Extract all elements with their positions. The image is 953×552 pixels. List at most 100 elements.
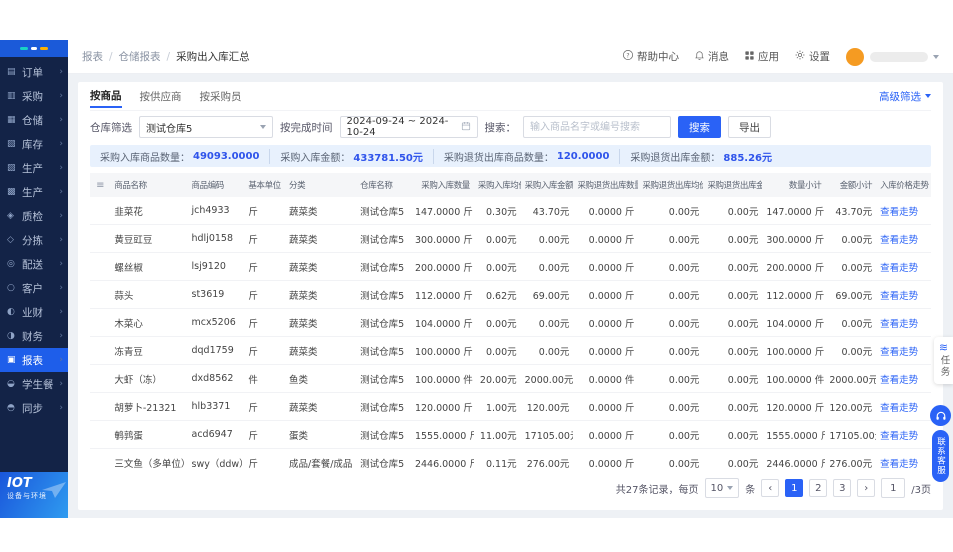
task-panel-button[interactable]: ≋ 任务: [934, 337, 953, 384]
cell: 120.0000 斤: [762, 393, 825, 421]
cell: swy（ddw）5980: [188, 449, 245, 473]
chevron-right-icon: ›: [59, 259, 63, 269]
page-button-1[interactable]: 1: [785, 479, 803, 497]
apps-button[interactable]: 应用: [744, 49, 779, 64]
view-trend-link[interactable]: 查看走势: [880, 347, 918, 358]
sidebar-item-label: 配送: [22, 257, 43, 272]
cell: 17105.00元: [825, 421, 876, 449]
advanced-filter-link[interactable]: 高级筛选: [879, 89, 931, 104]
customer-service-label: 联系客服: [935, 437, 947, 475]
sidebar-item-finance[interactable]: ◑财务›: [0, 324, 68, 348]
cell: 0.00元: [638, 197, 703, 225]
view-trend-link[interactable]: 查看走势: [880, 459, 918, 470]
tab-by-product[interactable]: 按商品: [90, 88, 122, 108]
chevron-right-icon: ›: [59, 163, 63, 173]
table-header-row: ≡商品名称商品编码基本单位分类仓库名称采购入库数量采购入库均价采购入库金额采购退…: [90, 173, 931, 197]
breadcrumb-warehouse-reports[interactable]: 仓储报表: [103, 49, 161, 64]
jump-page-input[interactable]: 1: [881, 478, 905, 498]
tab-by-purchaser[interactable]: 按采购员: [200, 89, 242, 104]
cell: 0.00元: [638, 393, 703, 421]
user-avatar[interactable]: [846, 48, 864, 66]
view-trend-link[interactable]: 查看走势: [880, 403, 918, 414]
cell: 100.0000 件: [762, 365, 825, 393]
help-center-button[interactable]: ? 帮助中心: [622, 49, 679, 64]
sidebar-item-delivery[interactable]: ◎配送›: [0, 252, 68, 276]
trend-cell: 查看走势: [876, 197, 931, 225]
cell: 鹌鹑蛋: [110, 421, 187, 449]
student-meal-icon: ◒: [7, 379, 18, 389]
cell: 120.00元: [825, 393, 876, 421]
sidebar-item-customer[interactable]: ○客户›: [0, 276, 68, 300]
cell: 测试仓库5: [356, 281, 411, 309]
cell: 0.00元: [703, 421, 762, 449]
user-menu-chevron-down-icon[interactable]: [933, 55, 939, 59]
cell: 0.00元: [521, 253, 574, 281]
cell: 测试仓库5: [356, 225, 411, 253]
page-button-2[interactable]: 2: [809, 479, 827, 497]
export-button[interactable]: 导出: [728, 116, 771, 138]
prev-page-button[interactable]: ‹: [761, 479, 779, 497]
sidebar-item-student-meal[interactable]: ◒学生餐›: [0, 372, 68, 396]
breadcrumb-reports[interactable]: 报表: [82, 49, 103, 64]
view-trend-link[interactable]: 查看走势: [880, 207, 918, 218]
row-spacer-cell: [90, 281, 110, 309]
chevron-right-icon: ›: [59, 139, 63, 149]
messages-button[interactable]: 消息: [694, 49, 729, 64]
customer-icon: ○: [7, 283, 18, 293]
sidebar-item-production-2[interactable]: ▩生产›: [0, 180, 68, 204]
next-page-button[interactable]: ›: [857, 479, 875, 497]
cell: 200.0000 斤: [411, 253, 474, 281]
settings-button[interactable]: 设置: [794, 49, 830, 64]
sidebar-item-sorting[interactable]: ◇分拣›: [0, 228, 68, 252]
cell: 69.00元: [825, 281, 876, 309]
sidebar-item-order[interactable]: ▤订单›: [0, 60, 68, 84]
view-trend-link[interactable]: 查看走势: [880, 375, 918, 386]
cell: 0.00元: [474, 253, 521, 281]
view-trend-link[interactable]: 查看走势: [880, 319, 918, 330]
customer-service-pill: 联系客服: [932, 430, 949, 482]
sidebar-item-purchase[interactable]: ▥采购›: [0, 84, 68, 108]
cell: 0.00元: [703, 393, 762, 421]
sidebar-item-production[interactable]: ▨生产›: [0, 156, 68, 180]
topbar: 报表 仓储报表 采购出入库汇总 ? 帮助中心 消息 应用 设置: [68, 40, 953, 74]
sidebar-item-biz-finance[interactable]: ◐业财›: [0, 300, 68, 324]
cell: 0.00元: [474, 337, 521, 365]
column-header: 采购入库数量: [411, 173, 474, 197]
cell: hlb3371: [188, 393, 245, 421]
sidebar-item-storage[interactable]: ▦仓储›: [0, 108, 68, 132]
date-range-picker[interactable]: 2024-09-24 ~ 2024-10-24: [340, 116, 478, 138]
table-row: 蒜头st3619斤蔬菜类测试仓库5112.0000 斤0.62元69.00元0.…: [90, 281, 931, 309]
row-spacer-cell: [90, 393, 110, 421]
sidebar-item-label: 生产: [22, 161, 43, 176]
cell: 测试仓库5: [356, 449, 411, 473]
customer-service-button[interactable]: 联系客服: [930, 405, 951, 482]
search-input[interactable]: [523, 116, 671, 138]
sidebar-item-inventory[interactable]: ▧库存›: [0, 132, 68, 156]
row-spacer-cell: [90, 337, 110, 365]
sidebar-item-quality[interactable]: ◈质检›: [0, 204, 68, 228]
sidebar-item-report[interactable]: ▣报表›: [0, 348, 68, 372]
tab-by-supplier[interactable]: 按供应商: [140, 89, 182, 104]
view-trend-link[interactable]: 查看走势: [880, 263, 918, 274]
search-button[interactable]: 搜索: [678, 116, 721, 138]
page-button-3[interactable]: 3: [833, 479, 851, 497]
bell-icon: [694, 50, 705, 64]
column-settings-icon[interactable]: ≡: [90, 173, 110, 197]
order-icon: ▤: [7, 67, 18, 77]
sidebar-item-sync[interactable]: ◓同步›: [0, 396, 68, 420]
cell: 0.00元: [474, 225, 521, 253]
task-icon: ≋: [939, 342, 948, 353]
view-trend-link[interactable]: 查看走势: [880, 291, 918, 302]
page-size-select[interactable]: 10: [705, 478, 740, 498]
cell: 0.00元: [638, 253, 703, 281]
messages-label: 消息: [708, 49, 729, 64]
row-spacer-cell: [90, 449, 110, 473]
logo-dash-yellow: [40, 47, 48, 50]
view-trend-link[interactable]: 查看走势: [880, 431, 918, 442]
chevron-right-icon: ›: [59, 403, 63, 413]
table-row: 黄豆豇豆hdlj0158斤蔬菜类测试仓库5300.0000 斤0.00元0.00…: [90, 225, 931, 253]
table-row: 韭菜花jch4933斤蔬菜类测试仓库5147.0000 斤0.30元43.70元…: [90, 197, 931, 225]
view-trend-link[interactable]: 查看走势: [880, 235, 918, 246]
cell: 0.11元: [474, 449, 521, 473]
warehouse-select[interactable]: 测试仓库5: [139, 116, 273, 138]
